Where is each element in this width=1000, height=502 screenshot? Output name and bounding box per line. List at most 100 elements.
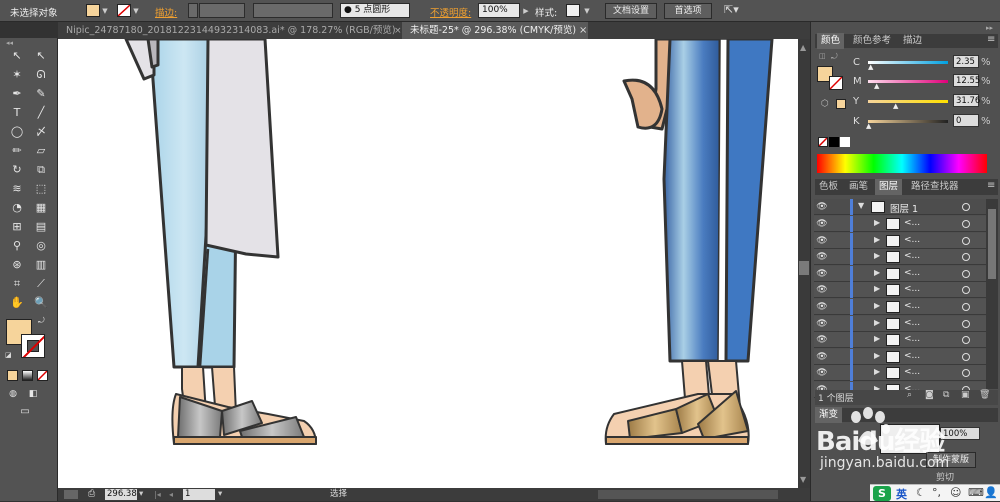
artboard-tool-icon[interactable]: ⌗ (9, 276, 25, 292)
document-setup-button[interactable]: 文档设置 (605, 3, 657, 19)
chevron-right-icon[interactable]: ▶ (874, 268, 880, 277)
type-tool-icon[interactable]: T (9, 105, 25, 121)
style-swatch[interactable] (566, 4, 580, 17)
slider-thumb-icon[interactable]: ▲ (874, 82, 879, 90)
target-icon[interactable] (962, 286, 970, 295)
opacity-label[interactable]: 不透明度: (430, 5, 471, 19)
variable-width-dropdown[interactable] (253, 3, 333, 18)
tab-color-guide[interactable]: 颜色参考 (849, 33, 895, 49)
first-page-icon[interactable]: |◂ (154, 488, 161, 501)
scroll-down-icon[interactable]: ▼ (800, 475, 806, 484)
opacity-field[interactable]: 100% (478, 3, 520, 18)
ellipse-tool-icon[interactable]: ◯ (9, 124, 25, 140)
swap-colors-icon[interactable]: ⤾ (38, 316, 45, 326)
eraser-tool-icon[interactable]: ▱ (33, 143, 49, 159)
tab-document-2[interactable]: 未标题-25* @ 296.38% (CMYK/预览) (402, 22, 588, 39)
stroke-weight-field[interactable] (199, 3, 245, 18)
visibility-eye-icon[interactable]: 👁 (814, 365, 830, 381)
cyan-value[interactable]: 2.35 (953, 55, 979, 68)
visibility-eye-icon[interactable]: 👁 (814, 349, 830, 365)
chevron-down-icon[interactable]: ▾ (218, 488, 222, 501)
emoji-icon[interactable]: ☺ (950, 486, 961, 499)
delete-layer-icon[interactable]: 🗑 (979, 390, 990, 400)
ime-mode-label[interactable]: 英 (896, 486, 907, 502)
tab-document-1[interactable]: Nipic_24787180_20181223144932314083.ai* … (58, 22, 398, 39)
chevron-down-icon[interactable]: ▼ (858, 201, 864, 210)
sublayer-row[interactable]: 👁 ▶ <... (814, 365, 986, 382)
visibility-eye-icon[interactable]: 👁 (814, 233, 830, 249)
layers-scrollbar[interactable] (986, 199, 998, 389)
tab-swatches[interactable]: 色板 (815, 179, 842, 195)
page-field[interactable]: 1 (183, 489, 215, 500)
punctuation-icon[interactable]: °, (932, 486, 941, 499)
target-icon[interactable] (962, 369, 970, 378)
target-icon[interactable] (962, 236, 970, 245)
target-icon[interactable] (962, 269, 970, 278)
sublayer-name[interactable]: <... (904, 268, 920, 278)
selection-tool-icon[interactable]: ↖ (9, 48, 25, 64)
scale-tool-icon[interactable]: ⧉ (33, 162, 49, 178)
close-icon[interactable]: × (394, 26, 402, 36)
draw-mode-icon[interactable]: ◍ (5, 386, 21, 402)
tab-brushes[interactable]: 画笔 (845, 179, 872, 195)
sublayer-row[interactable]: 👁 ▶ <... (814, 299, 986, 315)
color-mode-icon[interactable] (7, 370, 18, 381)
vertical-scrollbar[interactable]: ▲ ▼ (798, 39, 810, 488)
sublayer-row[interactable]: 👁 ▶ <... (814, 282, 986, 299)
color-panel-options-icon[interactable]: ◫ (819, 52, 826, 60)
screen-mode-icon[interactable]: ▭ (17, 404, 33, 420)
magenta-value[interactable]: 12.55 (953, 74, 980, 87)
yellow-slider[interactable] (868, 100, 948, 103)
stroke-label[interactable]: 描边: (155, 5, 177, 19)
default-colors-icon[interactable]: ◪ (5, 351, 12, 359)
mesh-tool-icon[interactable]: ⊞ (9, 219, 25, 235)
panel-menu-icon[interactable]: ≡ (987, 34, 995, 45)
chevron-down-icon[interactable]: ▼ (583, 6, 591, 16)
prev-page-icon[interactable]: ◂ (169, 488, 173, 501)
eyedropper-tool-icon[interactable]: ⚲ (9, 238, 25, 254)
close-icon[interactable]: × (579, 25, 587, 36)
curvature-tool-icon[interactable]: ✎ (33, 86, 49, 102)
pen-tool-icon[interactable]: ✒ (9, 86, 25, 102)
sublayer-name[interactable]: <... (904, 251, 920, 261)
sublayer-name[interactable]: <... (904, 367, 920, 377)
blend-tool-icon[interactable]: ◎ (33, 238, 49, 254)
zoom-field[interactable]: 296.38 (105, 489, 137, 500)
shape-builder-tool-icon[interactable]: ◔ (9, 200, 25, 216)
fill-swatch[interactable] (86, 4, 100, 17)
direct-selection-tool-icon[interactable]: ↖ (33, 48, 49, 64)
target-icon[interactable] (962, 303, 970, 311)
new-layer-icon[interactable]: ▣ (961, 390, 970, 400)
none-swatch[interactable] (818, 137, 828, 147)
visibility-eye-icon[interactable]: 👁 (814, 316, 830, 332)
artboard-nav-icon[interactable]: ⎙ (88, 488, 95, 501)
sublayer-row[interactable]: 👁 ▶ <... (814, 265, 986, 282)
chevron-right-icon[interactable]: ▶ (874, 301, 880, 310)
half-width-icon[interactable]: ☾ (916, 486, 926, 499)
sublayer-name[interactable]: <... (904, 334, 920, 344)
slider-thumb-icon[interactable]: ▲ (893, 102, 898, 110)
chevron-down-icon[interactable]: ▾ (139, 488, 143, 501)
visibility-eye-icon[interactable]: 👁 (814, 299, 830, 315)
chevron-down-icon[interactable]: ▼ (132, 6, 140, 16)
sublayer-name[interactable]: <... (904, 318, 920, 328)
sublayer-row[interactable]: 👁 ▶ <... (814, 216, 986, 232)
slider-thumb-icon[interactable]: ▲ (866, 122, 871, 130)
target-icon[interactable] (962, 319, 970, 328)
gradient-tool-icon[interactable]: ▤ (33, 219, 49, 235)
sublayer-row[interactable]: 👁 ▶ <... (814, 348, 986, 365)
sublayer-name[interactable]: <... (904, 351, 920, 361)
new-sublayer-icon[interactable]: ⧉ (943, 390, 949, 400)
canvas[interactable] (58, 37, 798, 488)
target-icon[interactable] (962, 203, 970, 211)
make-clipping-mask-icon[interactable]: ◙ (925, 390, 934, 400)
locate-object-icon[interactable]: ⌕ (907, 390, 912, 400)
sublayer-name[interactable]: <... (904, 218, 920, 228)
sublayer-name[interactable]: <... (904, 284, 920, 294)
tab-layers[interactable]: 图层 (875, 179, 903, 195)
brush-dropdown[interactable]: ● 5 点圆形 (340, 3, 410, 18)
target-icon[interactable] (962, 220, 970, 228)
visibility-eye-icon[interactable]: 👁 (814, 216, 830, 232)
stroke-color-box[interactable] (21, 334, 45, 358)
scroll-up-icon[interactable]: ▲ (800, 43, 806, 52)
